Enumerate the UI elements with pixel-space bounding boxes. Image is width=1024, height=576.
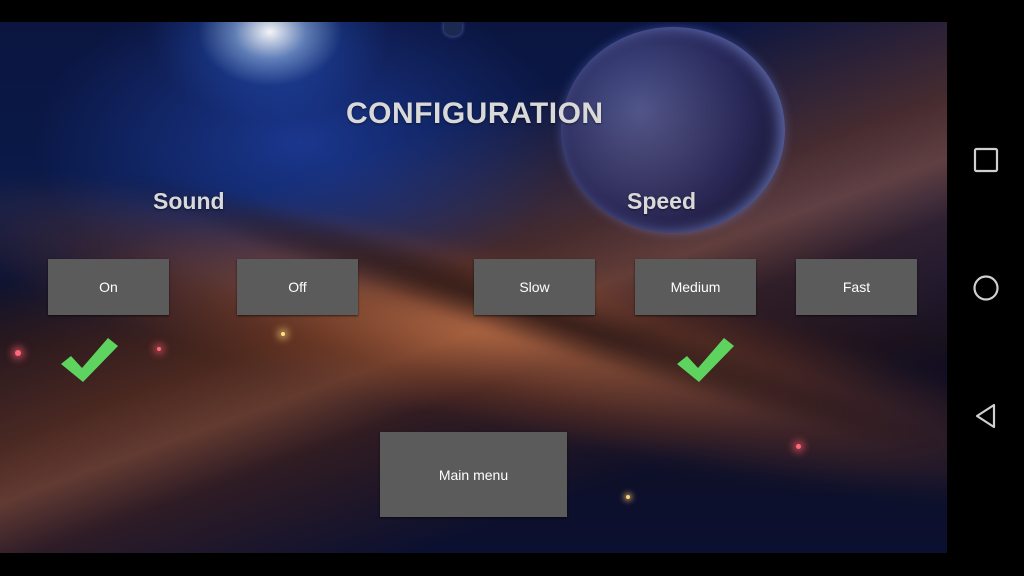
checkmark-icon [677, 338, 734, 382]
sound-on-button[interactable]: On [48, 259, 169, 315]
recent-apps-icon[interactable] [972, 146, 1000, 174]
sound-off-button[interactable]: Off [237, 259, 358, 315]
page-title: CONFIGURATION [346, 97, 604, 130]
screen: CONFIGURATION Sound Speed On Off Slow Me… [0, 0, 1024, 576]
speed-label: Speed [627, 188, 697, 214]
red-star [157, 347, 161, 351]
home-icon[interactable] [972, 274, 1000, 302]
red-star [796, 444, 801, 449]
speed-slow-button[interactable]: Slow [474, 259, 595, 315]
red-star [15, 350, 21, 356]
moon-image [444, 22, 462, 36]
android-nav-bar [947, 0, 1024, 576]
yellow-star [626, 495, 630, 499]
configuration-screen: CONFIGURATION Sound Speed On Off Slow Me… [0, 22, 947, 553]
sound-label: Sound [153, 188, 225, 214]
yellow-star [281, 332, 285, 336]
speed-medium-button[interactable]: Medium [635, 259, 756, 315]
back-icon[interactable] [972, 402, 1000, 430]
speed-fast-button[interactable]: Fast [796, 259, 917, 315]
checkmark-icon [61, 338, 118, 382]
main-menu-button[interactable]: Main menu [380, 432, 567, 517]
